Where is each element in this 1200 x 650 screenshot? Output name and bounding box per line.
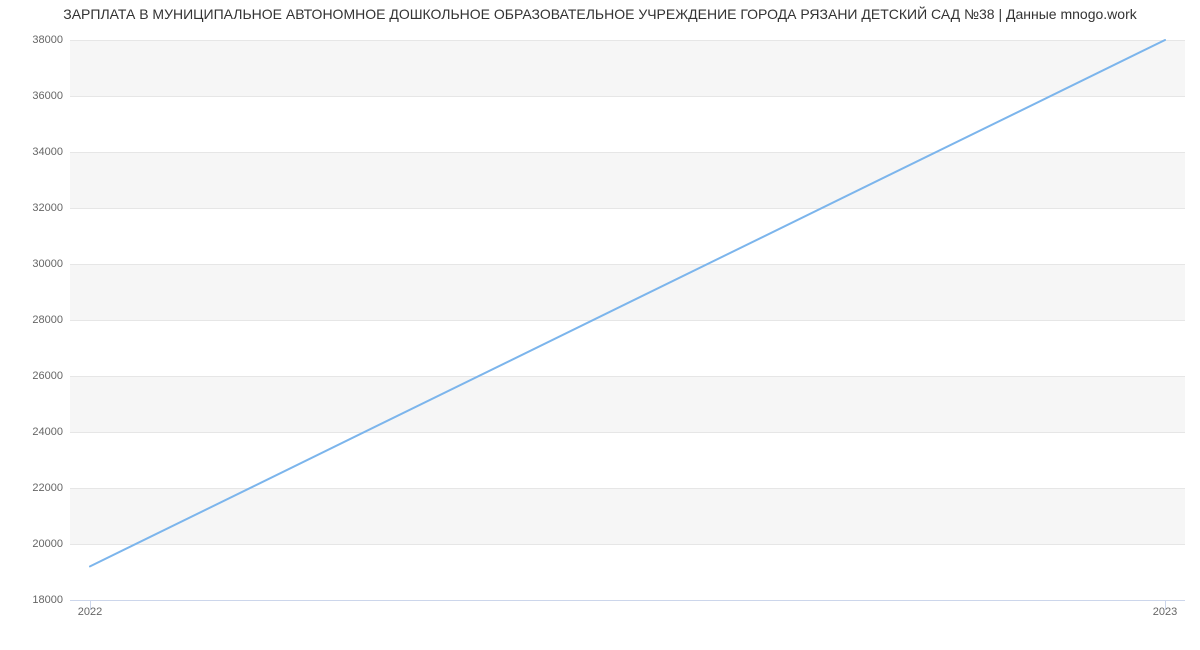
plot-area xyxy=(70,40,1185,600)
y-tick-label: 22000 xyxy=(32,482,63,494)
line-series-svg xyxy=(70,40,1185,600)
y-tick-label: 34000 xyxy=(32,146,63,158)
y-tick-label: 24000 xyxy=(32,426,63,438)
chart-title: ЗАРПЛАТА В МУНИЦИПАЛЬНОЕ АВТОНОМНОЕ ДОШК… xyxy=(0,6,1200,22)
y-tick-label: 30000 xyxy=(32,258,63,270)
y-tick-label: 20000 xyxy=(32,538,63,550)
x-tick-label: 2022 xyxy=(78,606,102,618)
y-tick-label: 38000 xyxy=(32,34,63,46)
x-axis-line xyxy=(70,600,1185,601)
y-tick-label: 28000 xyxy=(32,314,63,326)
y-tick-label: 18000 xyxy=(32,594,63,606)
y-tick-label: 26000 xyxy=(32,370,63,382)
x-tick-label: 2023 xyxy=(1153,606,1177,618)
line-series-path xyxy=(90,40,1165,566)
y-tick-label: 32000 xyxy=(32,202,63,214)
y-tick-label: 36000 xyxy=(32,90,63,102)
